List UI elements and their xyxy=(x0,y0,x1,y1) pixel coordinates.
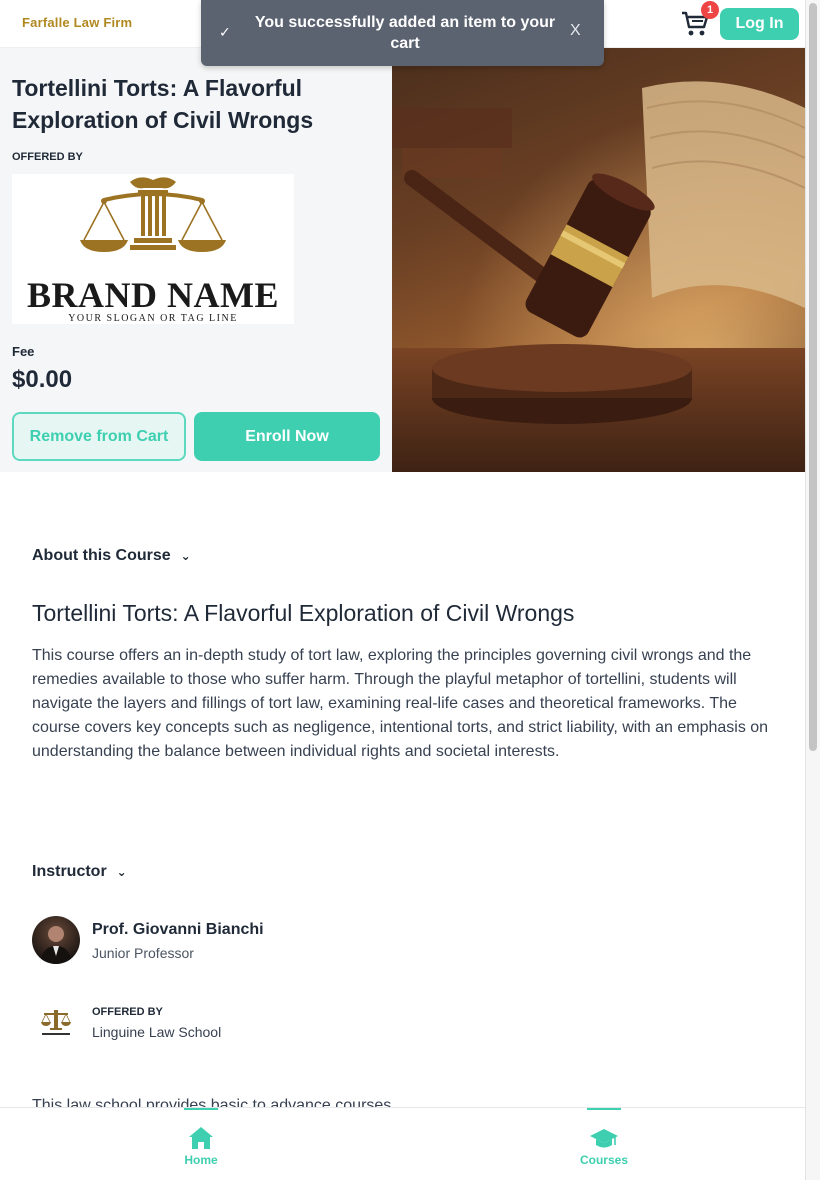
graduation-cap-icon xyxy=(590,1129,618,1148)
course-cover-image xyxy=(392,48,805,472)
gavel-icon xyxy=(392,48,805,472)
instructor-toggle[interactable]: Instructor ⌄ xyxy=(32,863,127,881)
login-button[interactable]: Log In xyxy=(720,8,799,40)
provider-logo: BRAND NAME YOUR SLOGAN OR TAG LINE xyxy=(12,174,294,324)
enroll-now-button[interactable]: Enroll Now xyxy=(194,412,380,461)
toast-message: You successfully added an item to your c… xyxy=(254,14,556,52)
nav-courses[interactable]: Courses xyxy=(564,1108,644,1180)
cart-count-badge: 1 xyxy=(701,1,719,19)
toast-close-button[interactable]: X xyxy=(570,22,581,40)
course-title: Tortellini Torts: A Flavorful Exploratio… xyxy=(12,75,314,133)
about-course-description: This course offers an in-depth study of … xyxy=(32,647,769,760)
provider-brand-slogan: YOUR SLOGAN OR TAG LINE xyxy=(68,313,238,324)
instructor-role: Junior Professor xyxy=(92,945,194,961)
nav-home-label: Home xyxy=(184,1153,218,1167)
instructor-heading: Instructor xyxy=(32,863,107,880)
remove-from-cart-button[interactable]: Remove from Cart xyxy=(12,412,186,461)
checkmark-icon: ✓ xyxy=(219,24,231,40)
person-icon xyxy=(40,926,72,964)
site-logo[interactable]: Farfalle Law Firm xyxy=(22,15,132,30)
fee-value: $0.00 xyxy=(12,366,73,393)
scrollbar-thumb[interactable] xyxy=(809,3,817,751)
nav-courses-label: Courses xyxy=(579,1153,629,1167)
chevron-down-icon: ⌄ xyxy=(180,549,191,563)
about-course-toggle[interactable]: About this Course ⌄ xyxy=(32,547,191,565)
school-logo xyxy=(38,1006,74,1038)
provider-brand-name: BRAND NAME xyxy=(27,275,279,315)
bottom-navigation: Home Courses xyxy=(0,1107,805,1180)
fee-label: Fee xyxy=(12,344,35,359)
nav-active-indicator xyxy=(587,1108,621,1110)
school-offered-by-label: OFFERED BY xyxy=(92,1006,163,1018)
school-name[interactable]: Linguine Law School xyxy=(92,1024,221,1040)
instructor-name[interactable]: Prof. Giovanni Bianchi xyxy=(92,921,264,939)
chevron-down-icon: ⌄ xyxy=(116,865,127,879)
scales-of-justice-icon xyxy=(41,1010,71,1035)
home-icon xyxy=(189,1127,213,1149)
scales-of-justice-icon xyxy=(80,177,226,252)
about-course-heading: About this Course xyxy=(32,547,171,564)
nav-active-indicator xyxy=(184,1108,218,1110)
cart-success-toast: ✓ You successfully added an item to your… xyxy=(201,0,604,66)
nav-home[interactable]: Home xyxy=(161,1108,241,1180)
about-course-title: Tortellini Torts: A Flavorful Exploratio… xyxy=(32,600,575,626)
instructor-avatar xyxy=(32,916,80,964)
offered-by-label: OFFERED BY xyxy=(12,151,83,163)
